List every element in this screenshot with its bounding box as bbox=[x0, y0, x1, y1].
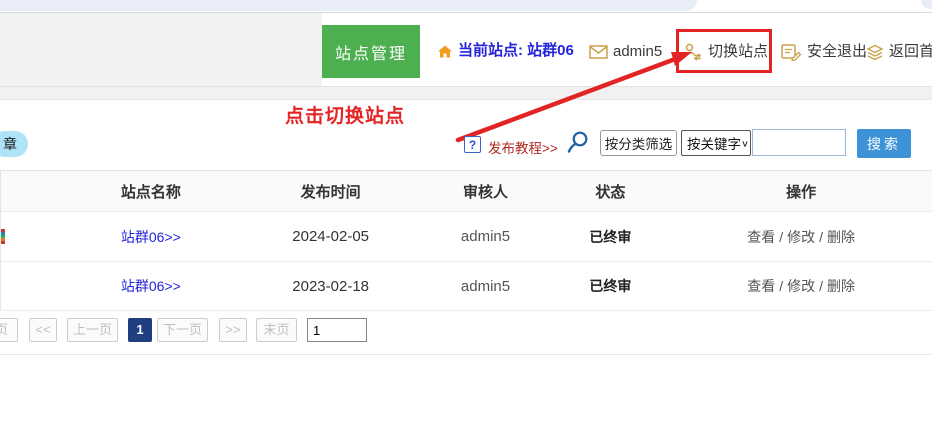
action-separator: / bbox=[779, 229, 783, 245]
topbar-item-label-switch: 切换站点 bbox=[708, 43, 768, 61]
keyword-select[interactable]: 按关键字 ∨ bbox=[681, 130, 751, 156]
action-separator: / bbox=[819, 229, 823, 245]
help-glyph: ? bbox=[469, 138, 476, 152]
reviewer: admin5 bbox=[421, 278, 551, 295]
home-icon bbox=[437, 44, 453, 59]
topbar-item-logout[interactable]: 安全退出 bbox=[781, 43, 867, 61]
action-separator: / bbox=[819, 278, 823, 294]
reviewer: admin5 bbox=[421, 228, 551, 245]
table-row: 站群06>> 2024-02-05 admin5 已终审 查看/修改/删除 bbox=[1, 212, 932, 262]
topbar-item-switch-site[interactable]: 切换站点 bbox=[683, 43, 768, 61]
bottom-divider bbox=[0, 354, 932, 355]
action-delete[interactable]: 删除 bbox=[827, 229, 855, 245]
site-link[interactable]: 站群06>> bbox=[121, 229, 181, 245]
action-separator: / bbox=[779, 278, 783, 294]
layers-icon bbox=[866, 44, 884, 61]
col-header-publish-date: 发布时间 bbox=[241, 181, 421, 202]
browser-tab-strip bbox=[0, 0, 697, 11]
site-manage-tab-label: 站点管理 bbox=[335, 40, 407, 64]
pagination-fast-next[interactable]: >> bbox=[219, 318, 247, 342]
action-edit[interactable]: 修改 bbox=[787, 278, 815, 294]
action-edit[interactable]: 修改 bbox=[787, 229, 815, 245]
topbar-item-label-user: admin5 bbox=[613, 43, 662, 61]
topbar-item-messages[interactable]: admin5 bbox=[589, 43, 662, 61]
col-header-actions: 操作 bbox=[670, 181, 932, 202]
topbar-item-return-home[interactable]: 返回首页 bbox=[866, 43, 932, 61]
envelope-icon bbox=[589, 45, 608, 59]
tab-article-label: 章 bbox=[3, 136, 17, 152]
col-header-site-name: 站点名称 bbox=[61, 181, 241, 202]
pagination-next[interactable]: 下一页 bbox=[157, 318, 208, 342]
site-manage-tab[interactable]: 站点管理 bbox=[322, 25, 420, 78]
filter-by-category-button[interactable]: 按分类筛选 bbox=[600, 130, 677, 156]
pagination-first[interactable]: 首页 bbox=[0, 318, 18, 342]
chevron-down-icon: ∨ bbox=[741, 138, 749, 148]
annotation-text: 点击切换站点 bbox=[285, 101, 405, 128]
table-header-row: 站点名称 发布时间 审核人 状态 操作 bbox=[1, 170, 932, 212]
pagination-prev[interactable]: 上一页 bbox=[67, 318, 118, 342]
pagination-last[interactable]: 末页 bbox=[256, 318, 297, 342]
search-button[interactable]: 搜索 bbox=[857, 129, 911, 158]
screen: 站点管理 当前站点: 站群06 admin5 切换站点 安全退出 bbox=[0, 0, 932, 434]
col-header-status: 状态 bbox=[550, 181, 670, 202]
pagination-current-page[interactable]: 1 bbox=[128, 318, 152, 342]
table-row: 站群06>> 2023-02-18 admin5 已终审 查看/修改/删除 bbox=[1, 262, 932, 311]
filter-button-label: 按分类筛选 bbox=[605, 133, 673, 153]
publish-date: 2023-02-18 bbox=[241, 278, 421, 295]
logout-doc-pen-icon bbox=[781, 43, 802, 61]
topbar-item-label-return: 返回首页 bbox=[889, 43, 932, 61]
current-site-indicator: 当前站点: 站群06 bbox=[437, 42, 574, 60]
clipped-row-icon bbox=[1, 229, 5, 244]
tab-article[interactable]: 章 bbox=[0, 131, 28, 157]
search-button-label: 搜索 bbox=[867, 134, 901, 154]
browser-tab-strip-right bbox=[921, 0, 932, 9]
keyword-select-value: 按关键字 bbox=[687, 133, 741, 153]
pagination-page-input[interactable] bbox=[307, 318, 367, 342]
pagination-fast-prev[interactable]: << bbox=[29, 318, 57, 342]
action-view[interactable]: 查看 bbox=[747, 278, 775, 294]
col-header-reviewer: 审核人 bbox=[421, 181, 551, 202]
status-badge: 已终审 bbox=[550, 276, 670, 296]
action-delete[interactable]: 删除 bbox=[827, 278, 855, 294]
switch-user-icon bbox=[683, 43, 703, 61]
topbar-item-label-logout: 安全退出 bbox=[807, 43, 867, 61]
tutorial-link[interactable]: 发布教程>> bbox=[488, 137, 558, 157]
current-site-label: 当前站点: 站群06 bbox=[458, 42, 574, 60]
sub-header-band bbox=[0, 86, 932, 100]
help-icon[interactable]: ? bbox=[464, 136, 481, 153]
status-badge: 已终审 bbox=[550, 227, 670, 247]
site-link[interactable]: 站群06>> bbox=[121, 278, 181, 294]
publish-date: 2024-02-05 bbox=[241, 228, 421, 245]
search-input[interactable] bbox=[752, 129, 846, 156]
action-view[interactable]: 查看 bbox=[747, 229, 775, 245]
search-icon[interactable] bbox=[565, 130, 590, 155]
articles-table: 站点名称 发布时间 审核人 状态 操作 站群06>> 2024-02-05 ad… bbox=[0, 170, 932, 311]
topbar-left-area bbox=[0, 13, 322, 86]
